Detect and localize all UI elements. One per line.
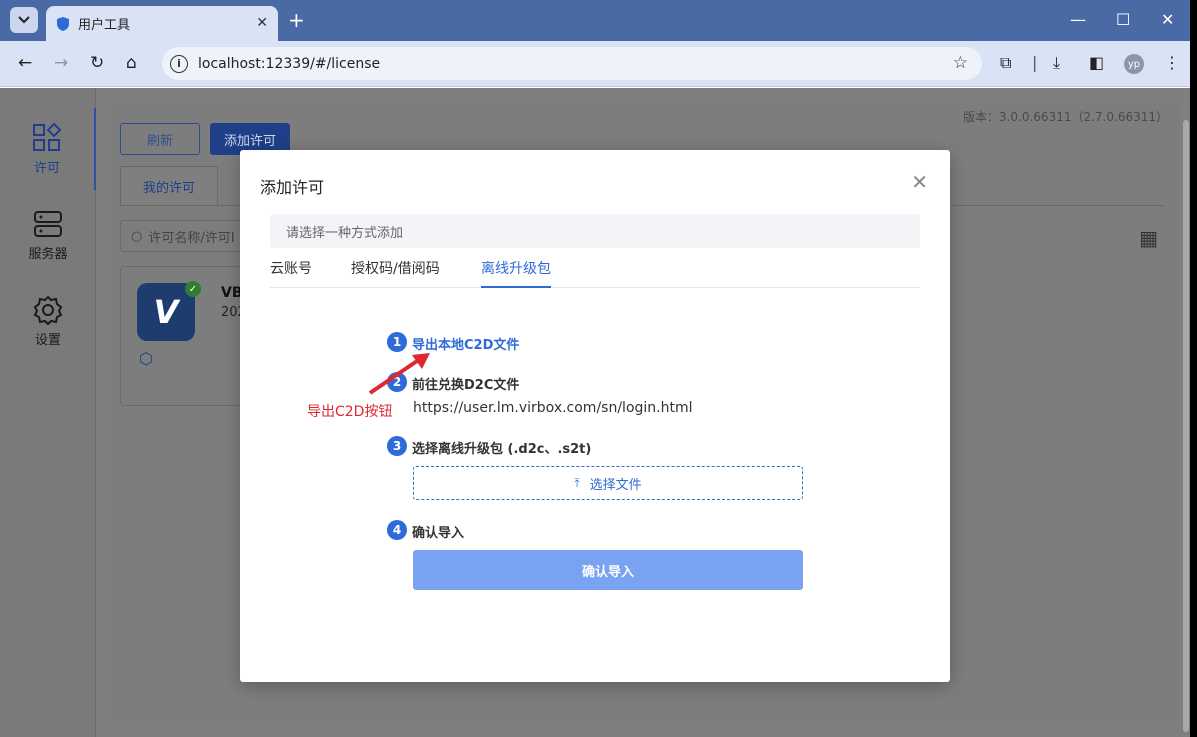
tab-close-icon[interactable]: ✕	[256, 15, 268, 31]
toolbar-divider: |	[1032, 53, 1038, 72]
search-icon: ○	[131, 228, 143, 244]
sidebar: 许可 服务器 设置	[0, 88, 96, 737]
step-number: 3	[387, 436, 407, 456]
license-search-input[interactable]: ○ 许可名称/许可I	[120, 220, 250, 252]
step-label: 选择离线升级包 (.d2c、.s2t)	[412, 442, 592, 457]
version-text: 版本：3.0.0.66311（2.7.0.66311）	[962, 110, 1168, 124]
tab-offline-package[interactable]: 离线升级包	[481, 258, 551, 288]
tab-auth-code[interactable]: 授权码/借阅码	[351, 258, 440, 288]
refresh-button[interactable]: 刷新	[120, 123, 200, 155]
browser-tab[interactable]: 用户工具 ✕	[46, 6, 278, 41]
grid-view-icon[interactable]: ▦	[1139, 226, 1158, 250]
url-text: localhost:12339/#/license	[198, 55, 381, 72]
address-bar[interactable]: i localhost:12339/#/license ☆	[162, 47, 982, 80]
confirm-import-button[interactable]: 确认导入	[413, 550, 803, 590]
sidebar-item-label: 许可	[33, 160, 60, 176]
sidebar-item-label: 设置	[34, 332, 61, 348]
profile-avatar[interactable]: yp	[1124, 54, 1144, 74]
check-icon: ✓	[185, 281, 201, 297]
back-button[interactable]: ←	[18, 53, 32, 73]
tab-my-license[interactable]: 我的许可	[120, 166, 218, 206]
site-info-icon[interactable]: i	[170, 54, 188, 73]
cube-icon: ⬡	[139, 349, 153, 368]
select-file-button[interactable]: ⤒ 选择文件	[413, 466, 803, 500]
sidebar-item-label: 服务器	[28, 246, 68, 262]
sidebar-item-license[interactable]: 许可	[0, 108, 96, 190]
chevron-down-icon	[18, 16, 30, 24]
tab-title: 用户工具	[78, 18, 131, 33]
new-tab-button[interactable]: +	[288, 10, 305, 30]
download-icon[interactable]: ⤓	[1053, 53, 1060, 73]
method-hint-banner: 请选择一种方式添加	[270, 214, 920, 248]
close-window-button[interactable]: ✕	[1161, 10, 1174, 29]
annotation-label: 导出C2D按钮	[307, 404, 393, 420]
dialog-title: 添加许可	[260, 178, 325, 197]
window-frame-right	[1190, 0, 1197, 737]
reload-button[interactable]: ↻	[90, 53, 104, 73]
step-number: 4	[387, 520, 407, 540]
extensions-icon[interactable]: ⧉	[1000, 53, 1011, 73]
maximize-button[interactable]: ☐	[1116, 10, 1130, 29]
apps-grid-icon	[33, 122, 62, 151]
shield-icon	[57, 16, 69, 31]
menu-kebab-icon[interactable]: ⋮	[1164, 53, 1180, 72]
license-card[interactable]: V ✓ VB 202 ⬡	[120, 266, 250, 406]
tab-search-button[interactable]	[10, 7, 38, 33]
annotation-arrow-icon	[368, 353, 430, 395]
browser-toolbar: ← → ↻ ⌂ i localhost:12339/#/license ☆ ⧉ …	[0, 41, 1197, 87]
sidebar-item-settings[interactable]: 设置	[0, 280, 96, 362]
close-icon[interactable]: ✕	[911, 170, 928, 194]
select-file-label: 选择文件	[589, 477, 642, 493]
browser-titlebar: 用户工具 ✕ + — ☐ ✕	[0, 0, 1197, 41]
exchange-url[interactable]: https://user.lm.virbox.com/sn/login.html	[413, 400, 693, 416]
tab-cloud-account[interactable]: 云账号	[270, 258, 312, 288]
scrollbar[interactable]	[1183, 120, 1189, 732]
search-placeholder: 许可名称/许可I	[148, 230, 235, 246]
gear-icon	[33, 295, 63, 325]
step-label: 确认导入	[412, 526, 465, 541]
server-icon	[34, 210, 62, 237]
sidebar-item-server[interactable]: 服务器	[0, 194, 96, 276]
add-method-tabs: 云账号 授权码/借阅码 离线升级包	[270, 258, 920, 288]
forward-button[interactable]: →	[54, 53, 68, 73]
home-button[interactable]: ⌂	[126, 53, 137, 73]
bookmark-star-icon[interactable]: ☆	[953, 53, 968, 73]
minimize-button[interactable]: —	[1070, 10, 1086, 29]
upload-icon: ⤒	[574, 475, 580, 490]
side-panel-icon[interactable]: ◧	[1089, 53, 1104, 72]
